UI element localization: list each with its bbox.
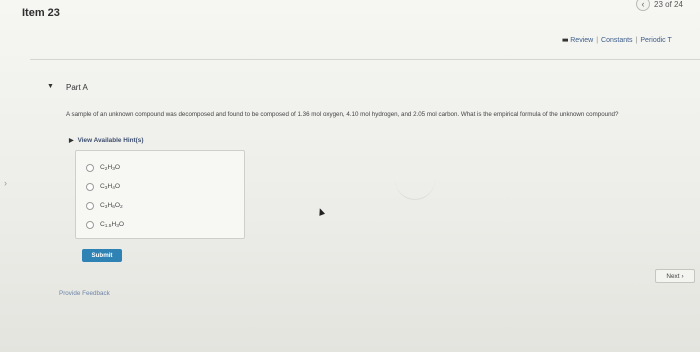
play-triangle-icon: ▶ bbox=[69, 138, 74, 144]
answer-option[interactable]: C1.5H3O bbox=[86, 221, 124, 229]
constants-link[interactable]: Constants bbox=[601, 37, 633, 44]
part-label: Part A bbox=[66, 83, 88, 92]
next-button[interactable]: Next › bbox=[655, 269, 695, 283]
answer-formula: C3H6O2 bbox=[100, 202, 123, 210]
item-navigation: ‹ 23 of 24 bbox=[636, 0, 683, 11]
view-hints-link[interactable]: ▶ View Available Hint(s) bbox=[69, 137, 143, 144]
chevron-right-icon: › bbox=[4, 178, 7, 188]
answer-option[interactable]: C3H4O bbox=[86, 183, 120, 191]
chevron-left-icon: ‹ bbox=[641, 0, 645, 9]
chevron-right-icon: › bbox=[681, 272, 684, 280]
link-separator: | bbox=[596, 37, 599, 44]
review-link[interactable]: Review bbox=[570, 37, 593, 44]
resource-links: ■■ Review | Constants | Periodic T bbox=[562, 37, 672, 44]
mouse-cursor-icon bbox=[316, 207, 326, 216]
answer-formula: C1.5H3O bbox=[100, 221, 125, 229]
radio-button[interactable] bbox=[86, 221, 94, 229]
radio-button[interactable] bbox=[86, 202, 94, 210]
periodic-table-link[interactable]: Periodic T bbox=[640, 37, 671, 44]
link-separator: | bbox=[635, 37, 638, 44]
screen-glare bbox=[395, 175, 435, 200]
view-hints-label: View Available Hint(s) bbox=[77, 137, 144, 144]
answer-option[interactable]: C3H6O2 bbox=[86, 202, 123, 210]
previous-item-button[interactable]: ‹ bbox=[636, 0, 650, 11]
answer-formula: C3H4O bbox=[100, 183, 121, 191]
provide-feedback-link[interactable]: Provide Feedback bbox=[59, 290, 110, 297]
collapse-triangle-icon[interactable]: ▼ bbox=[47, 83, 54, 90]
answer-choices: C2H3O C3H4O C3H6O2 C1.5H3O bbox=[75, 150, 245, 239]
item-counter: 23 of 24 bbox=[654, 0, 683, 9]
radio-button[interactable] bbox=[86, 183, 94, 191]
submit-button[interactable]: Submit bbox=[82, 249, 122, 262]
header-divider bbox=[30, 59, 700, 60]
radio-button[interactable] bbox=[86, 164, 94, 172]
item-title: Item 23 bbox=[22, 7, 60, 19]
next-label: Next bbox=[666, 272, 680, 280]
review-icon: ■■ bbox=[562, 37, 568, 44]
question-text: A sample of an unknown compound was deco… bbox=[66, 111, 619, 118]
page: Item 23 ‹ 23 of 24 ■■ Review | Constants… bbox=[0, 0, 700, 352]
answer-option[interactable]: C2H3O bbox=[86, 164, 120, 172]
answer-formula: C2H3O bbox=[100, 164, 121, 172]
